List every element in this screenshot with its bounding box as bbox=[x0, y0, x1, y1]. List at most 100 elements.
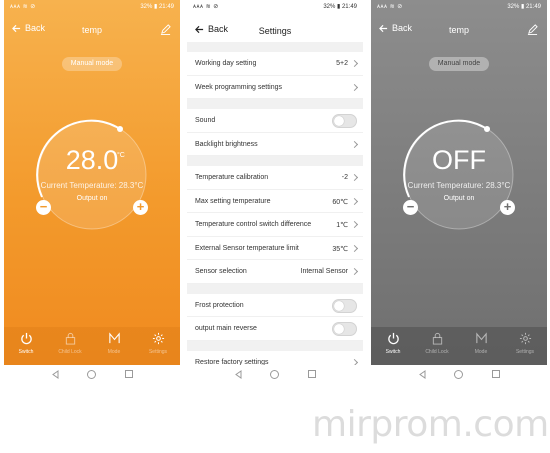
section-divider bbox=[187, 156, 363, 166]
setting-week-programming[interactable]: Week programming settings bbox=[187, 75, 363, 99]
tab-mode[interactable]: Mode bbox=[459, 327, 503, 365]
increase-temperature-button[interactable]: + bbox=[500, 200, 515, 215]
nav-back-icon[interactable] bbox=[234, 370, 243, 379]
tab-child-lock[interactable]: Child Lock bbox=[48, 327, 92, 365]
setting-label: Frost protection bbox=[195, 301, 244, 309]
status-bar: ᴀᴀᴀ ≋ ⊘ 32% ▮ 21:49 bbox=[187, 0, 363, 16]
setting-sensor-selection[interactable]: Sensor selection Internal Sensor bbox=[187, 260, 363, 284]
chevron-right-icon bbox=[350, 220, 359, 229]
setting-value: -2 bbox=[341, 174, 348, 181]
tab-settings[interactable]: Settings bbox=[136, 327, 180, 365]
decrease-temperature-button[interactable]: − bbox=[36, 200, 51, 215]
sound-toggle[interactable] bbox=[332, 114, 357, 128]
setting-switch-difference[interactable]: Temperature control switch difference 1℃ bbox=[187, 213, 363, 237]
nav-back-icon[interactable] bbox=[418, 370, 427, 379]
chevron-right-icon bbox=[350, 140, 359, 148]
back-label: Back bbox=[392, 23, 413, 33]
chevron-right-icon bbox=[350, 244, 359, 252]
bottom-tab-bar: Switch Child Lock Mode Settings bbox=[371, 327, 547, 365]
tab-switch[interactable]: Switch bbox=[371, 327, 415, 365]
output-reverse-toggle[interactable] bbox=[332, 322, 357, 336]
setting-backlight[interactable]: Backlight brightness bbox=[187, 132, 363, 156]
nav-recent-icon[interactable] bbox=[492, 370, 500, 378]
toggle-knob bbox=[334, 300, 344, 311]
edit-pencil-icon[interactable] bbox=[527, 24, 538, 35]
toggle-knob bbox=[334, 116, 344, 126]
nav-recent-icon[interactable] bbox=[308, 370, 316, 378]
battery-clock: 32% ▮ 21:49 bbox=[140, 4, 174, 10]
current-temperature: Current Temperature: 28.3°C bbox=[407, 181, 511, 190]
back-arrow-icon bbox=[379, 24, 388, 32]
nav-home-icon[interactable] bbox=[454, 370, 463, 379]
system-nav-bar bbox=[4, 365, 180, 385]
section-divider bbox=[187, 283, 363, 294]
signal-icons: ᴀᴀᴀ ≋ ⊘ bbox=[10, 4, 36, 10]
lock-icon bbox=[65, 332, 75, 345]
nav-home-icon[interactable] bbox=[87, 370, 96, 379]
thermostat-screen-off: ᴀᴀᴀ ≋ ⊘ 32% ▮ 21:49 Back temp Manual mod… bbox=[371, 0, 547, 385]
top-bar: Back temp bbox=[4, 19, 180, 41]
top-bar: Back temp bbox=[371, 19, 547, 41]
current-temperature: Current Temperature: 28.3°C bbox=[40, 181, 144, 190]
back-button[interactable]: Back bbox=[195, 24, 228, 34]
status-bar: ᴀᴀᴀ ≋ ⊘ 32% ▮ 21:49 bbox=[4, 0, 180, 16]
tab-switch[interactable]: Switch bbox=[4, 327, 48, 365]
tab-label: Mode bbox=[474, 349, 488, 355]
back-button[interactable]: Back bbox=[379, 23, 412, 33]
setting-output-reverse: output main reverse bbox=[187, 317, 363, 341]
battery-clock: 32% ▮ 21:49 bbox=[507, 4, 541, 10]
mode-badge: Manual mode bbox=[62, 57, 122, 71]
signal-icons: ᴀᴀᴀ ≋ ⊘ bbox=[377, 4, 403, 10]
chevron-right-icon bbox=[350, 173, 359, 182]
tab-label: Settings bbox=[148, 349, 168, 355]
temperature-unit: °C bbox=[117, 152, 125, 159]
bottom-tab-bar: Switch Child Lock Mode Settings bbox=[4, 327, 180, 365]
nav-home-icon[interactable] bbox=[270, 370, 279, 379]
system-nav-bar bbox=[187, 365, 363, 385]
section-divider bbox=[187, 340, 363, 351]
power-icon bbox=[20, 332, 32, 345]
set-temperature: OFF bbox=[432, 145, 486, 175]
settings-list: Working day setting 5+2 Week programming… bbox=[187, 42, 363, 374]
back-label: Back bbox=[208, 24, 229, 34]
edit-pencil-icon[interactable] bbox=[160, 24, 171, 35]
signal-icons: ᴀᴀᴀ ≋ ⊘ bbox=[193, 4, 219, 10]
setting-value: 35℃ bbox=[332, 245, 348, 253]
nav-recent-icon[interactable] bbox=[125, 370, 133, 378]
setting-max-temperature[interactable]: Max setting temperature 60℃ bbox=[187, 189, 363, 213]
back-arrow-icon bbox=[12, 24, 21, 32]
setting-label: Max setting temperature bbox=[195, 197, 271, 205]
setting-external-sensor-limit[interactable]: External Sensor temperature limit 35℃ bbox=[187, 236, 363, 260]
setting-value: 1℃ bbox=[336, 222, 348, 229]
setting-label: External Sensor temperature limit bbox=[195, 244, 299, 252]
section-divider bbox=[187, 99, 363, 109]
tab-label: Switch bbox=[385, 349, 401, 355]
back-arrow-icon bbox=[195, 25, 204, 33]
gear-icon bbox=[519, 332, 531, 345]
frost-protection-toggle[interactable] bbox=[332, 298, 357, 313]
power-icon bbox=[387, 332, 399, 345]
back-label: Back bbox=[25, 23, 46, 33]
status-bar: ᴀᴀᴀ ≋ ⊘ 32% ▮ 21:49 bbox=[371, 0, 547, 16]
tab-child-lock[interactable]: Child Lock bbox=[415, 327, 459, 365]
nav-back-icon[interactable] bbox=[51, 370, 60, 379]
setting-label: Week programming settings bbox=[195, 83, 283, 91]
decrease-temperature-button[interactable]: − bbox=[403, 200, 418, 215]
setting-label: Temperature control switch difference bbox=[195, 221, 312, 228]
system-nav-bar bbox=[371, 365, 547, 385]
back-button[interactable]: Back bbox=[12, 23, 45, 33]
setting-temperature-calibration[interactable]: Temperature calibration -2 bbox=[187, 166, 363, 190]
mode-m-icon bbox=[108, 332, 120, 344]
setting-sound: Sound bbox=[187, 109, 363, 133]
app-area: ᴀᴀᴀ ≋ ⊘ 32% ▮ 21:49 Back temp Manual mod… bbox=[371, 0, 547, 365]
setting-working-day[interactable]: Working day setting 5+2 bbox=[187, 52, 363, 76]
increase-temperature-button[interactable]: + bbox=[133, 200, 148, 215]
tab-label: Child Lock bbox=[425, 349, 449, 355]
tab-mode[interactable]: Mode bbox=[92, 327, 136, 365]
section-divider bbox=[187, 42, 363, 52]
setting-label: Sound bbox=[195, 117, 216, 124]
tab-settings[interactable]: Settings bbox=[503, 327, 547, 365]
top-bar: Back Settings bbox=[187, 16, 363, 42]
setting-label: Working day setting bbox=[195, 60, 257, 67]
mode-m-icon bbox=[475, 332, 487, 344]
